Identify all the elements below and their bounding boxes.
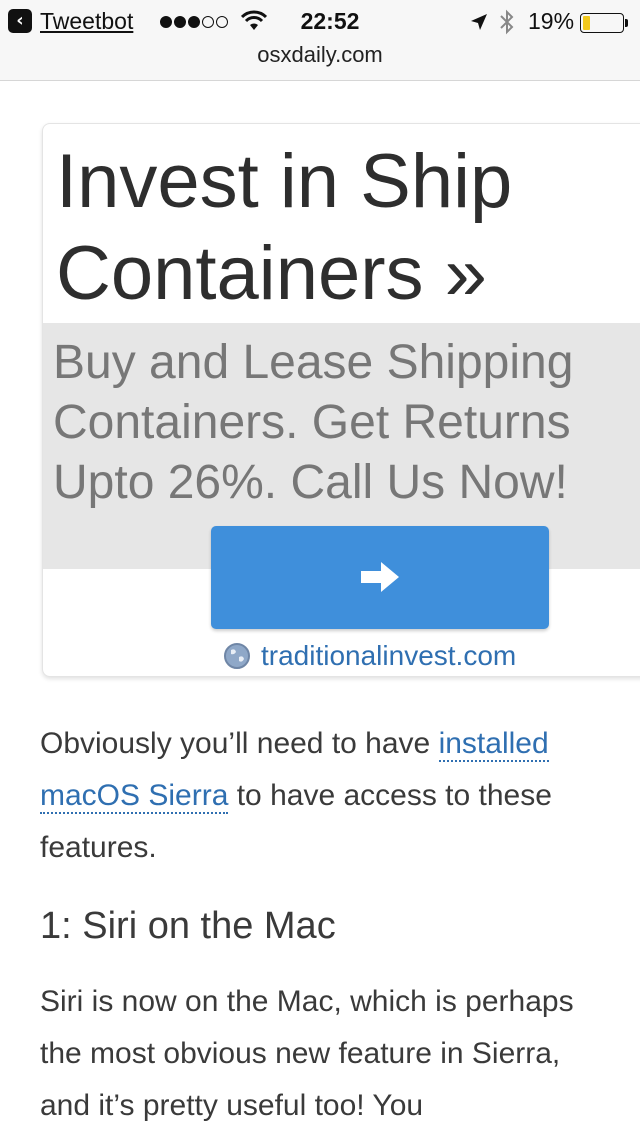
ad-title[interactable]: Invest in Ship Containers »	[56, 136, 616, 320]
ad-card[interactable]: Invest in Ship Containers » Buy and Leas…	[42, 123, 640, 677]
ad-cta-button[interactable]	[211, 526, 549, 629]
back-to-app-link[interactable]: Tweetbot	[40, 6, 133, 36]
intro-text-before: Obviously you’ll need to have	[40, 727, 439, 760]
ad-description: Buy and Lease Shipping Containers. Get R…	[53, 336, 574, 509]
bluetooth-icon	[500, 9, 514, 35]
globe-icon	[224, 643, 250, 669]
address-url[interactable]: osxdaily.com	[0, 40, 640, 70]
location-arrow-icon	[471, 14, 487, 30]
status-bar: ‹ Tweetbot 22:52 19% osxdaily.com	[0, 0, 640, 81]
battery-percent: 19%	[528, 8, 575, 34]
body-paragraph: Siri is now on the Mac, which is perhaps…	[40, 985, 574, 1122]
article-body: Obviously you’ll need to have installed …	[40, 718, 600, 1132]
wifi-icon	[241, 10, 267, 30]
battery-icon	[580, 13, 624, 33]
arrow-right-icon	[361, 562, 399, 592]
cellular-signal-icon	[160, 15, 230, 29]
battery-tip	[625, 19, 628, 27]
ad-domain-text: traditionalinvest.com	[261, 640, 517, 671]
back-chevron-icon[interactable]: ‹	[8, 9, 32, 33]
intro-paragraph: Obviously you’ll need to have installed …	[40, 718, 600, 874]
battery-fill	[583, 16, 590, 30]
ad-domain-link[interactable]: traditionalinvest.com	[223, 640, 516, 672]
section-heading: 1: Siri on the Mac	[40, 905, 336, 947]
status-row: ‹ Tweetbot 22:52 19%	[0, 6, 640, 36]
clock-time: 22:52	[300, 8, 360, 34]
